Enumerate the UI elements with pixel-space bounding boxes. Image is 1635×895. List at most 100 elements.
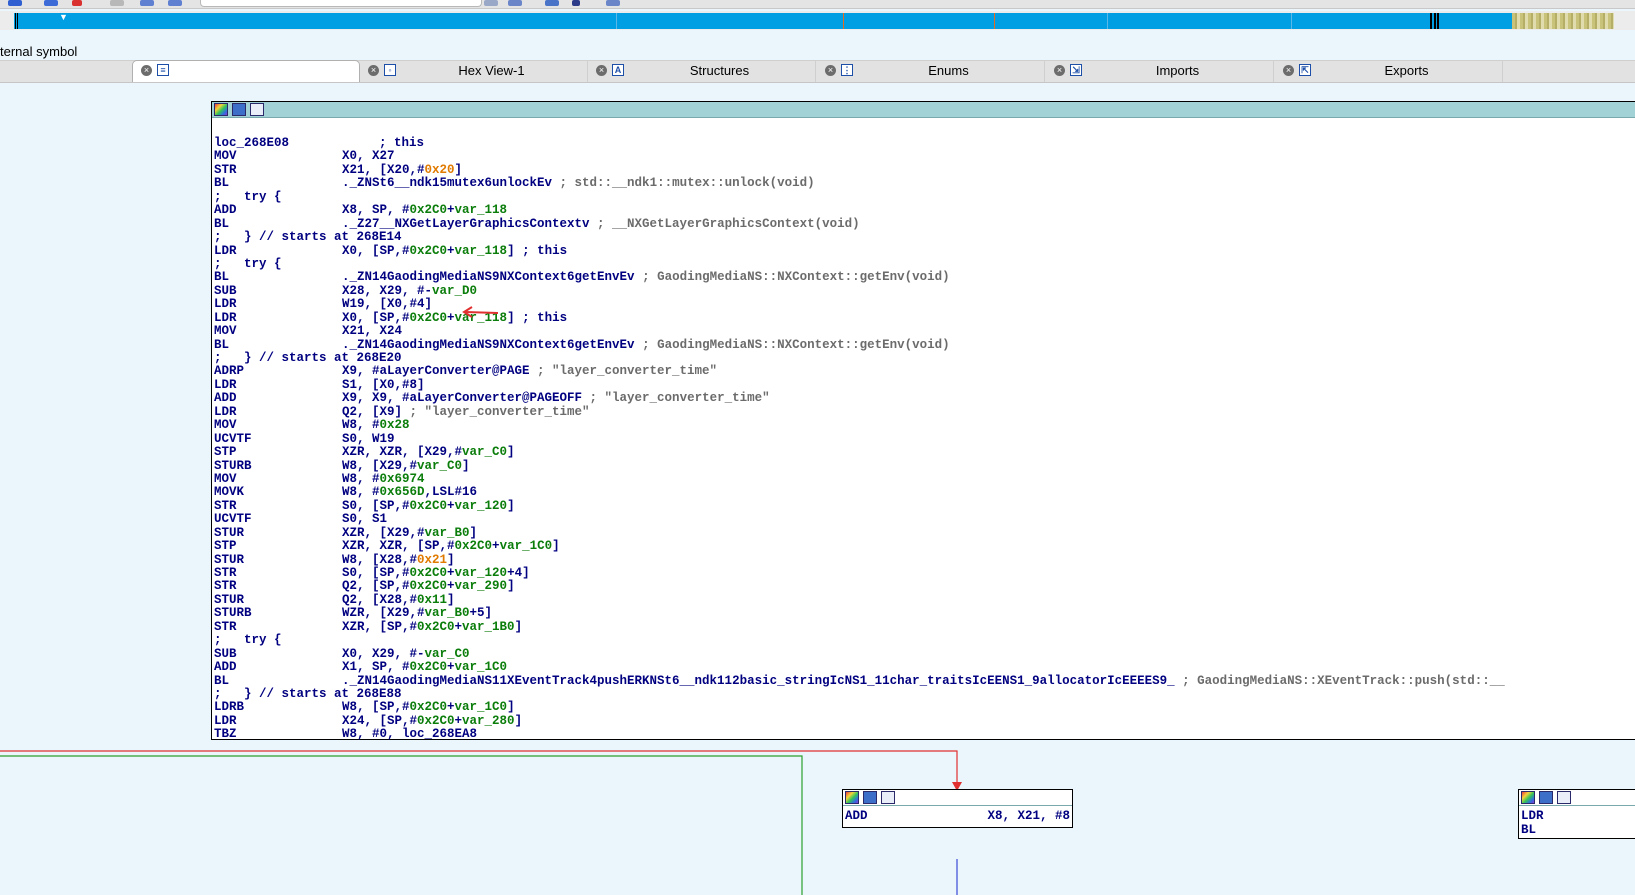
disasm-line[interactable]: STR S0, [SP,#0x2C0+var_120+4] [214, 566, 1635, 580]
disasm-line[interactable]: LDR W19, [X0,#4] [214, 297, 1635, 311]
disasm-line[interactable]: ; try { [214, 633, 1635, 647]
operand: WZR, [X29,# [342, 606, 425, 621]
disasm-line[interactable]: ; } // starts at 268E20 [214, 351, 1635, 365]
disasm-line[interactable]: STR XZR, [SP,#0x2C0+var_1B0] [214, 620, 1635, 634]
node-graph-icon[interactable] [250, 103, 264, 116]
close-tab-icon[interactable]: × [368, 65, 379, 76]
disasm-line[interactable]: MOV W8, #0x6974 [214, 472, 1635, 486]
disasm-line[interactable]: ADD X1, SP, #0x2C0+var_1C0 [214, 660, 1635, 675]
disasm-line[interactable]: SUB X0, X29, #-var_C0 [214, 647, 1635, 661]
graph-view[interactable]: loc_268E08 ; this MOV X0, X27 STR X21, [X20,… [0, 82, 1635, 895]
disasm-line[interactable]: STUR Q2, [X28,#0x11] [214, 593, 1635, 607]
operand: ] [514, 713, 523, 728]
disasm-line[interactable]: BL ._ZN14GaodingMediaNS9NXContext6getEnvE… [214, 338, 1635, 352]
export-icon[interactable] [545, 0, 559, 6]
tab-exports[interactable]: × ⇱ Exports [1275, 61, 1503, 82]
imports-icon: ⇲ [1070, 64, 1082, 76]
operand: ._ZNSt6__ndk15mutex6unlockEv [342, 176, 553, 191]
node-color-icon[interactable] [845, 791, 859, 804]
disasm-line[interactable]: MOVK W8, #0x656D,LSL#16 [214, 485, 1635, 500]
list-icon[interactable] [508, 0, 522, 6]
disasm-line[interactable]: STP XZR, XZR, [X29,#var_C0] [214, 445, 1635, 459]
close-icon[interactable] [72, 0, 82, 6]
disasm-line[interactable]: LDR X0, [SP,#0x2C0+var_118] ; this [214, 244, 1635, 258]
node-edit-icon[interactable] [1539, 791, 1553, 804]
disasm-line[interactable]: STR X21, [X20,#0x20] [214, 163, 1635, 177]
disasm-line[interactable]: STR S0, [SP,#0x2C0+var_120] [214, 499, 1635, 513]
tab-ida-view[interactable]: × ≡ [132, 60, 360, 82]
disasm-line[interactable]: MOV W8, #0x28 [214, 418, 1635, 432]
node-graph-icon[interactable] [881, 791, 895, 804]
node-edit-icon[interactable] [863, 791, 877, 804]
disasm-line[interactable]: SUB X28, X29, #-var_D0 [214, 284, 1635, 298]
nav-marker [15, 13, 16, 29]
add-basic-block[interactable]: ADD X8, X21, #8 [842, 789, 1073, 828]
disasm-line[interactable]: STUR XZR, [X29,#var_B0] [214, 526, 1635, 540]
settings-icon[interactable] [8, 0, 22, 6]
close-tab-icon[interactable]: × [596, 65, 607, 76]
disassembly-listing[interactable]: loc_268E08 ; this MOV X0, X27 STR X21, [X20,… [212, 118, 1635, 742]
disasm-line[interactable]: ; } // starts at 268E14 [214, 230, 1635, 244]
operand: Q2, [SP,# [342, 579, 410, 594]
disasm-line[interactable]: LDR Q2, [X9] ; "layer_converter_time" [214, 404, 1635, 419]
node-color-icon[interactable] [214, 103, 228, 116]
main-basic-block[interactable]: loc_268E08 ; this MOV X0, X27 STR X21, [X20,… [211, 101, 1635, 742]
close-tab-icon[interactable]: × [1283, 65, 1294, 76]
operand: X1, SP, # [342, 660, 410, 675]
disasm-line[interactable]: STUR W8, [X28,#0x21] [214, 553, 1635, 567]
operand: 0x2C0 [409, 700, 448, 715]
save-icon[interactable] [44, 0, 58, 6]
disasm-line[interactable]: loc_268E08 ; this [214, 136, 1635, 150]
toolbar-search-input[interactable] [200, 0, 482, 7]
close-tab-icon[interactable]: × [825, 65, 836, 76]
disasm-line[interactable]: MOV X21, X24 [214, 324, 1635, 338]
node-graph-icon[interactable] [1557, 791, 1571, 804]
tools-icon[interactable] [606, 0, 620, 6]
disasm-line[interactable]: UCVTF S0, W19 [214, 432, 1635, 446]
disasm-line[interactable]: LDRB W8, [SP,#0x2C0+var_1C0] [214, 700, 1635, 715]
new-icon[interactable] [484, 0, 498, 6]
tab-hex-view[interactable]: × ◦ Hex View-1 [360, 61, 588, 82]
hex-view-icon: ◦ [384, 64, 396, 76]
operand: 0x2C0 [454, 539, 493, 554]
back-icon[interactable] [140, 0, 154, 6]
disasm-line[interactable]: BL ._ZNSt6__ndk15mutex6unlockEv ; std::__… [214, 176, 1635, 191]
disasm-line[interactable]: BL ._ZN14GaodingMediaNS11XEventTrack4push… [214, 674, 1635, 688]
disasm-line[interactable]: ADRP X9, #aLayerConverter@PAGE ; "layer_c… [214, 364, 1635, 378]
operand: 0x2C0 [417, 713, 455, 728]
tab-label: Enums [928, 63, 969, 78]
disasm-line[interactable]: ; } // starts at 268E88 [214, 687, 1635, 701]
disasm-line[interactable]: STP XZR, XZR, [SP,#0x2C0+var_1C0] [214, 539, 1635, 554]
operand: + [454, 713, 463, 728]
disasm-line[interactable]: LDR S1, [X0,#8] [214, 378, 1635, 392]
disasm-line[interactable]: ADD X8, SP, #0x2C0+var_118 [214, 203, 1635, 217]
close-tab-icon[interactable]: × [141, 65, 152, 76]
mnemonic: LDR [214, 404, 237, 419]
navigation-bar[interactable]: ▼ [14, 13, 1614, 29]
operand: ; try { [214, 256, 282, 271]
disasm-line[interactable]: BL ._Z27__NXGetLayerGraphicsContextv ; __… [214, 217, 1635, 231]
disasm-line[interactable]: ; try { [214, 256, 1635, 271]
debug-icon[interactable] [572, 0, 580, 6]
disasm-line[interactable]: ; try { [214, 190, 1635, 204]
tab-enums[interactable]: × ⋮ Enums [817, 61, 1045, 82]
disasm-line[interactable]: ADD X9, X9, #aLayerConverter@PAGEOFF ; "l… [214, 391, 1635, 405]
disasm-line[interactable]: MOV X0, X27 [214, 149, 1635, 163]
disasm-line[interactable]: STURB W8, [X29,#var_C0] [214, 459, 1635, 473]
node-edit-icon[interactable] [232, 103, 246, 116]
forward-icon[interactable] [168, 0, 182, 6]
disasm-line[interactable]: BL ._ZN14GaodingMediaNS9NXContext6getEnvE… [214, 270, 1635, 284]
disasm-line[interactable]: STURB WZR, [X29,#var_B0+5] [214, 606, 1635, 621]
disasm-line[interactable]: TBZ W8, #0, loc_268EA8 [214, 727, 1635, 741]
disasm-line[interactable]: LDR X24, [SP,#0x2C0+var_280] [214, 713, 1635, 728]
tab-imports[interactable]: × ⇲ Imports [1046, 61, 1274, 82]
disasm-line[interactable]: UCVTF S0, S1 [214, 512, 1635, 526]
right-basic-block[interactable]: LDR BL [1518, 789, 1635, 839]
disasm-line[interactable]: LDR X0, [SP,#0x2C0+var_118] ; this [214, 311, 1635, 325]
disasm-line[interactable]: STR Q2, [SP,#0x2C0+var_290] [214, 579, 1635, 594]
run-icon[interactable] [110, 0, 124, 6]
node-color-icon[interactable] [1521, 791, 1535, 804]
tab-structures[interactable]: × A Structures [588, 61, 816, 82]
operand: ,LSL#16 [424, 485, 478, 500]
close-tab-icon[interactable]: × [1054, 65, 1065, 76]
